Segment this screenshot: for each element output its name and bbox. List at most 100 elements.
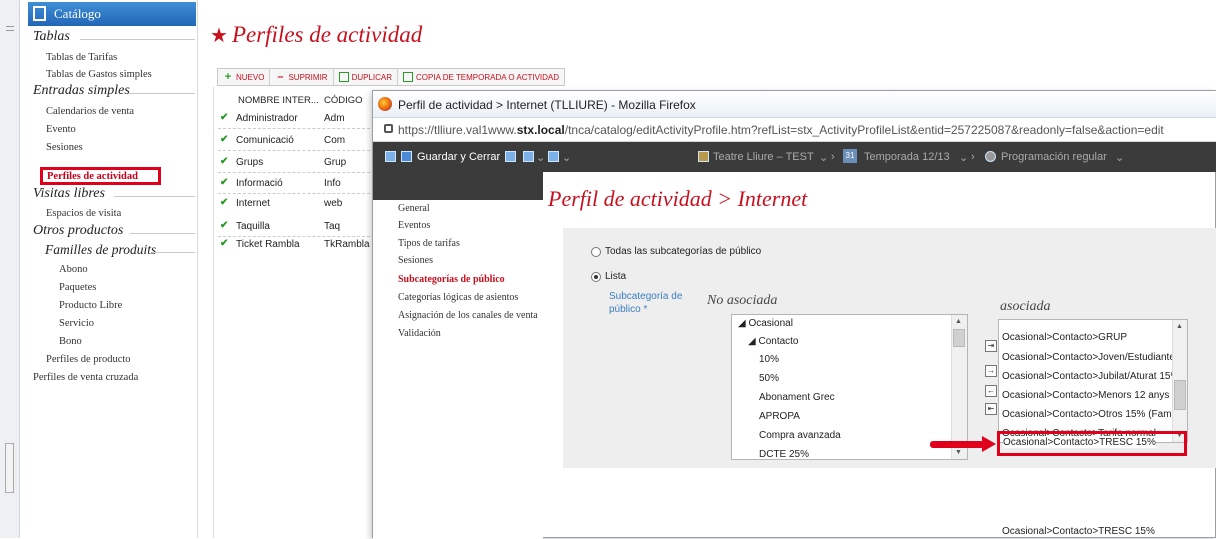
scroll-thumb[interactable] (953, 329, 965, 347)
nav-item-eventos[interactable]: Eventos (398, 220, 430, 231)
list-item-highlighted[interactable]: Ocasional>Contacto>TRESC 15% (1002, 526, 1155, 537)
nav-item-tipos-tarifas[interactable]: Tipos de tarifas (398, 238, 460, 249)
list-item[interactable]: Ocasional>Contacto>GRUP (1002, 332, 1127, 343)
sidebar-subsection-familles: Familles de produits (45, 242, 157, 257)
list-item[interactable]: Compra avanzada (759, 430, 841, 441)
nav-item-asignacion-canales[interactable]: Asignación de los canales de venta (398, 310, 538, 321)
column-header-code[interactable]: CÓDIGO (324, 95, 363, 106)
sidebar-item-perfiles-producto[interactable]: Perfiles de producto (46, 354, 131, 365)
row-code: Taq (324, 221, 341, 232)
sidebar-item-tablas-tarifas[interactable]: Tablas de Tarifas (46, 52, 117, 63)
breadcrumb-program[interactable]: Programación regular (1001, 151, 1107, 163)
window-titlebar[interactable]: Perfil de actividad > Internet (TLLIURE)… (373, 91, 1216, 118)
list-item[interactable]: 50% (759, 373, 779, 384)
table-row[interactable]: ✔ Informació Info (218, 174, 375, 194)
breadcrumb-theatre[interactable]: Teatre Lliure – TEST (713, 151, 814, 163)
star-icon[interactable]: ★ (210, 25, 228, 47)
check-icon: ✔ (220, 197, 229, 208)
save-menu-icon[interactable] (548, 151, 559, 162)
red-annotation-arrow (930, 436, 1000, 452)
url-text[interactable]: https://tlliure.val1www.stx.local/tnca/c… (398, 123, 1164, 137)
url-bar[interactable]: https://tlliure.val1www.stx.local/tnca/c… (373, 118, 1216, 142)
sidebar-item-tablas-gastos[interactable]: Tablas de Gastos simples (46, 69, 152, 80)
scroll-up-icon[interactable]: ▲ (955, 318, 962, 325)
table-row[interactable]: ✔ Grups Grup (218, 153, 375, 173)
list-item[interactable]: Ocasional>Contacto>Joven/Estudiante 15% (1002, 352, 1187, 363)
sidebar-title: Catálogo (54, 6, 101, 21)
sidebar-item-venta-cruzada[interactable]: Perfiles de venta cruzada (33, 372, 138, 383)
scroll-down-icon[interactable]: ▼ (955, 449, 962, 456)
nuevo-button[interactable]: + Nuevo (218, 69, 271, 85)
nav-item-subcategorias[interactable]: Subcategorías de público (398, 274, 505, 285)
radio-all[interactable] (591, 247, 601, 257)
catalog-icon (33, 6, 46, 21)
arrow-head (982, 436, 996, 452)
list-item[interactable]: Ocasional>Contacto>Otros 15% (Fam. num (1002, 409, 1187, 420)
row-code: Adm (324, 113, 345, 124)
sidebar-item-evento[interactable]: Evento (46, 124, 76, 135)
copia-temporada-button[interactable]: Copia de temporada o actividad (398, 69, 564, 85)
firefox-icon (378, 97, 392, 111)
list-item[interactable]: APROPA (759, 411, 800, 422)
sidebar-item-perfiles-actividad[interactable]: Perfiles de actividad (40, 167, 161, 185)
check-icon: ✔ (220, 220, 229, 231)
sidebar-item-sesiones[interactable]: Sesiones (46, 142, 83, 153)
associated-scrollbar[interactable]: ▲ ▼ (1172, 320, 1187, 442)
table-row-selected[interactable]: ✔ Internet web (218, 194, 375, 214)
page-title: ★ Perfiles de actividad (210, 22, 422, 48)
sidebar-header[interactable]: Catálogo (28, 2, 196, 26)
list-item[interactable]: Ocasional>Contacto>Menors 12 anys (1002, 390, 1169, 401)
duplicar-button[interactable]: Duplicar (334, 69, 399, 85)
sidebar-item-espacios[interactable]: Espacios de visita (46, 208, 121, 219)
move-left-button[interactable]: ← (985, 385, 997, 397)
popup-nav: General Eventos Tipos de tarifas Sesione… (373, 172, 543, 539)
suprimir-label: Suprimir (288, 72, 328, 82)
row-name: Informació (236, 178, 283, 189)
breadcrumb-separator-icon: › (831, 151, 835, 163)
save-close-button[interactable]: Guardar y Cerrar (417, 151, 500, 163)
row-name: Grups (236, 157, 264, 168)
chevron-down-icon[interactable]: ⌄ (959, 151, 968, 164)
sidebar-item-producto-libre[interactable]: Producto Libre (59, 300, 122, 311)
breadcrumb-season[interactable]: Temporada 12/13 (864, 151, 950, 163)
list-item-highlighted-label[interactable]: Ocasional>Contacto>TRESC 15% (1003, 437, 1156, 448)
nav-item-validacion[interactable]: Validación (398, 328, 441, 339)
list-item[interactable]: ◢ Ocasional (738, 318, 793, 329)
move-all-left-button[interactable]: ⇤ (985, 403, 997, 415)
nav-item-categorias-logicas[interactable]: Categorías lógicas de asientos (398, 292, 518, 303)
table-row[interactable]: ✔ Administrador Adm (218, 109, 375, 129)
sidebar-item-paquetes[interactable]: Paquetes (59, 282, 96, 293)
chevron-down-icon[interactable]: ⌄ (819, 151, 828, 164)
move-all-right-button[interactable]: ⇥ (985, 340, 997, 352)
table-row[interactable]: ✔ Taquilla Taq (218, 217, 375, 237)
nav-item-general[interactable]: General (398, 203, 430, 214)
move-right-button[interactable]: → (985, 365, 997, 377)
suprimir-button[interactable]: – Suprimir (270, 69, 334, 85)
panel-resize-handle[interactable] (5, 443, 14, 493)
sidebar-item-abono[interactable]: Abono (59, 264, 88, 275)
sidebar-item-servicio[interactable]: Servicio (59, 318, 94, 329)
nav-item-sesiones[interactable]: Sesiones (398, 255, 433, 266)
column-header-name[interactable]: NOMBRE INTER... (238, 95, 319, 106)
list-item[interactable]: Ocasional>Contacto>Jubilat/Aturat 15% (1002, 371, 1179, 382)
save-new-icon[interactable] (505, 151, 516, 162)
sidebar-item-bono[interactable]: Bono (59, 336, 82, 347)
subcategory-label-line2: público * (609, 304, 648, 315)
chevron-down-icon[interactable]: ⌄ (536, 151, 545, 164)
associated-listbox[interactable]: Ocasional>Contacto>GRUP Ocasional>Contac… (998, 319, 1188, 443)
list-item[interactable]: Abonament Grec (759, 392, 835, 403)
table-row[interactable]: ✔ Comunicació Com (218, 131, 375, 151)
chevron-down-icon[interactable]: ⌄ (562, 151, 571, 164)
list-item[interactable]: ◢ Contacto (748, 336, 799, 347)
list-item[interactable]: DCTE 25% (759, 449, 809, 459)
save-copy-icon[interactable] (523, 151, 534, 162)
radio-list[interactable] (591, 272, 601, 282)
radio-list-label: Lista (605, 271, 627, 282)
table-row[interactable]: ✔ Ticket Rambla TkRambla (218, 235, 375, 255)
save-icon[interactable] (385, 151, 396, 162)
chevron-down-icon[interactable]: ⌄ (1115, 151, 1124, 164)
list-item[interactable]: 10% (759, 354, 779, 365)
scroll-up-icon[interactable]: ▲ (1176, 323, 1183, 330)
scroll-thumb[interactable] (1174, 380, 1186, 410)
sidebar-item-calendarios[interactable]: Calendarios de venta (46, 106, 134, 117)
